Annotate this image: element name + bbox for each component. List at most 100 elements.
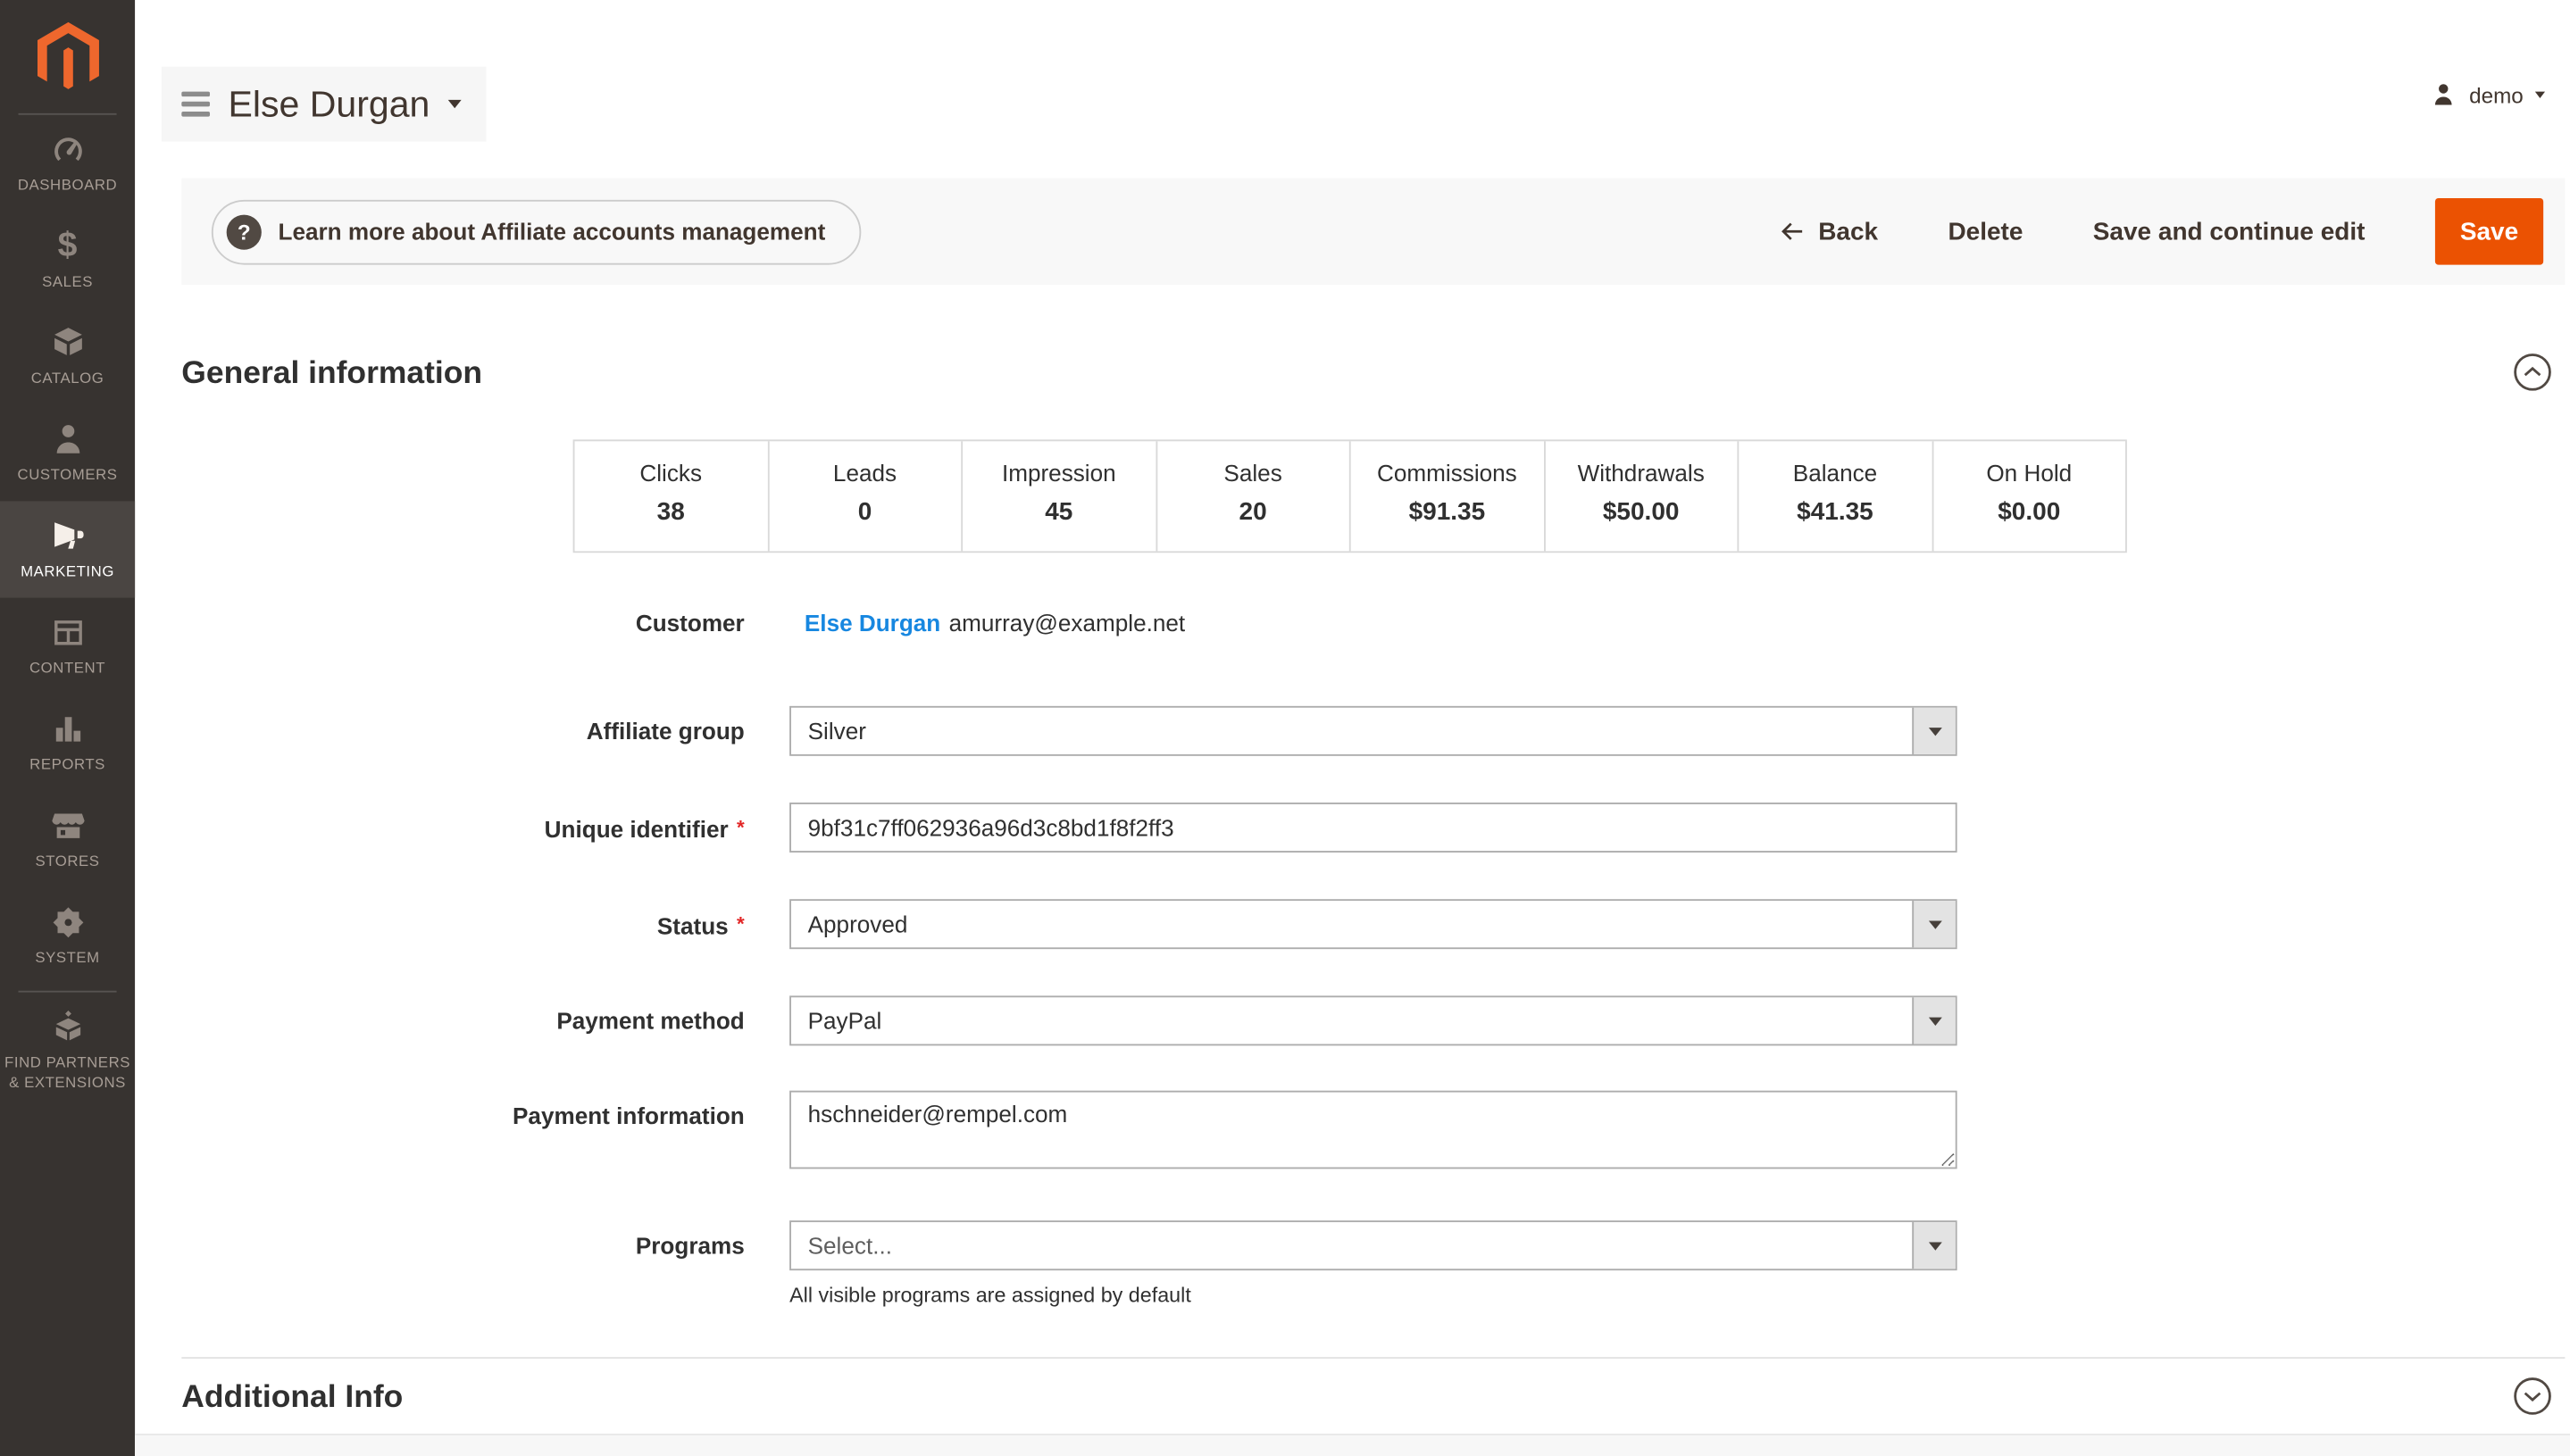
sales-icon: $ [49, 228, 86, 264]
select-dropdown-button[interactable] [1912, 901, 1955, 947]
status-row: Status* Approved [300, 899, 1957, 949]
customer-label: Customer [300, 610, 745, 636]
footer-strip [135, 1434, 2570, 1456]
sidebar-item-stores[interactable]: STORES [0, 791, 135, 887]
payment-method-label: Payment method [300, 995, 745, 1034]
find-partners-icon [49, 1009, 86, 1045]
expand-additional-info-button[interactable] [2514, 1377, 2552, 1416]
admin-user-menu[interactable]: demo [2431, 77, 2545, 113]
chevron-down-icon [1928, 1242, 1941, 1250]
chevron-down-icon [1928, 920, 1941, 928]
sidebar-item-reports[interactable]: REPORTS [0, 695, 135, 791]
section-divider [181, 1357, 2565, 1359]
additional-info-heading: Additional Info [181, 1380, 403, 1417]
magento-logo[interactable] [0, 0, 135, 113]
select-dropdown-button[interactable] [1912, 708, 1955, 754]
action-bar: ? Learn more about Affiliate accounts ma… [181, 179, 2565, 285]
general-information-heading: General information [181, 356, 482, 393]
sidebar-item-dashboard[interactable]: DASHBOARD [0, 115, 135, 212]
sidebar-item-catalog[interactable]: CATALOG [0, 308, 135, 404]
sidebar-item-sales[interactable]: $ SALES [0, 212, 135, 308]
stat-on-hold: On Hold $0.00 [1933, 441, 2125, 551]
select-dropdown-button[interactable] [1912, 997, 1955, 1044]
payment-information-row: Payment information hschneider@rempel.co… [300, 1091, 1957, 1177]
customer-row: Customer Else Durgan amurray@example.net [300, 610, 1185, 638]
sidebar-item-system[interactable]: SYSTEM [0, 887, 135, 984]
stat-withdrawals: Withdrawals $50.00 [1545, 441, 1739, 551]
status-label: Status* [300, 899, 745, 939]
programs-row: Programs Select... [300, 1220, 1957, 1270]
system-icon [49, 904, 86, 941]
payment-information-label: Payment information [300, 1091, 745, 1129]
select-dropdown-button[interactable] [1912, 1222, 1955, 1269]
stat-leads: Leads 0 [769, 441, 963, 551]
required-asterisk: * [737, 912, 745, 936]
sidebar-item-content[interactable]: CONTENT [0, 598, 135, 695]
stat-commissions: Commissions $91.35 [1351, 441, 1545, 551]
customer-value: Else Durgan amurray@example.net [805, 610, 1185, 638]
back-button[interactable]: Back [1778, 217, 1878, 245]
page-title-menu[interactable]: Else Durgan [162, 67, 487, 142]
user-icon [2431, 81, 2457, 108]
sidebar-item-find-partners[interactable]: FIND PARTNERS& EXTENSIONS [0, 993, 135, 1110]
sidebar-item-customers[interactable]: CUSTOMERS [0, 404, 135, 501]
payment-information-textarea[interactable]: hschneider@rempel.com [789, 1091, 1957, 1169]
sidebar-item-label: CATALOG [31, 368, 104, 388]
sidebar-item-label: DASHBOARD [18, 175, 117, 196]
main-content: Else Durgan demo ? Learn more about Affi… [135, 0, 2570, 1456]
catalog-icon [49, 325, 86, 362]
programs-label: Programs [300, 1220, 745, 1259]
payment-method-select[interactable]: PayPal [789, 995, 1957, 1045]
magento-admin-page: DASHBOARD $ SALES CATALOG CUSTOMERS MARK… [0, 0, 2570, 1456]
sidebar-item-label: SYSTEM [35, 947, 99, 968]
stat-sales: Sales 20 [1156, 441, 1350, 551]
chevron-down-icon [2535, 92, 2545, 98]
sidebar-item-label: SALES [42, 271, 93, 292]
learn-more-label: Learn more about Affiliate accounts mana… [278, 218, 825, 245]
dashboard-icon [49, 131, 86, 168]
customer-link[interactable]: Else Durgan [805, 610, 940, 636]
programs-note: All visible programs are assigned by def… [789, 1284, 1191, 1307]
chevron-down-icon [1928, 1017, 1941, 1025]
chevron-up-circle-icon [2514, 353, 2552, 391]
chevron-down-icon [448, 100, 462, 108]
learn-more-button[interactable]: ? Learn more about Affiliate accounts ma… [212, 199, 861, 264]
status-select[interactable]: Approved [789, 899, 1957, 949]
reports-icon [49, 711, 86, 747]
sidebar-item-label: CUSTOMERS [18, 464, 118, 485]
customers-icon [49, 421, 86, 458]
sidebar-item-marketing[interactable]: MARKETING [0, 501, 135, 597]
affiliate-group-select[interactable]: Silver [789, 706, 1957, 756]
username: demo [2469, 82, 2524, 107]
sidebar-item-label: MARKETING [21, 561, 114, 581]
unique-identifier-input[interactable] [789, 803, 1957, 853]
back-arrow-icon [1778, 218, 1805, 245]
customer-email: amurray@example.net [949, 610, 1186, 636]
toolbar-actions: Back Delete Save and continue edit Save [1778, 198, 2565, 265]
save-and-continue-button[interactable]: Save and continue edit [2093, 217, 2366, 245]
stat-impression: Impression 45 [963, 441, 1156, 551]
programs-select[interactable]: Select... [789, 1220, 1957, 1270]
unique-identifier-row: Unique identifier* [300, 803, 1957, 853]
sidebar-item-label: CONTENT [29, 658, 105, 678]
unique-identifier-label: Unique identifier* [300, 803, 745, 843]
affiliate-stats-table: Clicks 38 Leads 0 Impression 45 Sales 20… [573, 439, 2127, 553]
sidebar-item-label: REPORTS [29, 754, 105, 775]
stat-clicks: Clicks 38 [574, 441, 768, 551]
save-button[interactable]: Save [2435, 198, 2543, 265]
marketing-icon [49, 518, 86, 554]
stores-icon [49, 807, 86, 844]
payment-method-row: Payment method PayPal [300, 995, 1957, 1045]
help-icon: ? [227, 214, 262, 249]
sidebar-item-label: STORES [35, 851, 99, 871]
affiliate-group-row: Affiliate group Silver [300, 706, 1957, 756]
content-icon [49, 614, 86, 651]
page-title: Else Durgan [229, 82, 430, 125]
magento-logo-icon [31, 20, 104, 93]
sidebar-item-label: FIND PARTNERS& EXTENSIONS [4, 1052, 130, 1093]
hamburger-icon [181, 92, 210, 117]
collapse-general-button[interactable] [2514, 353, 2552, 391]
required-asterisk: * [737, 816, 745, 839]
affiliate-group-label: Affiliate group [300, 706, 745, 745]
delete-button[interactable]: Delete [1948, 217, 2023, 245]
